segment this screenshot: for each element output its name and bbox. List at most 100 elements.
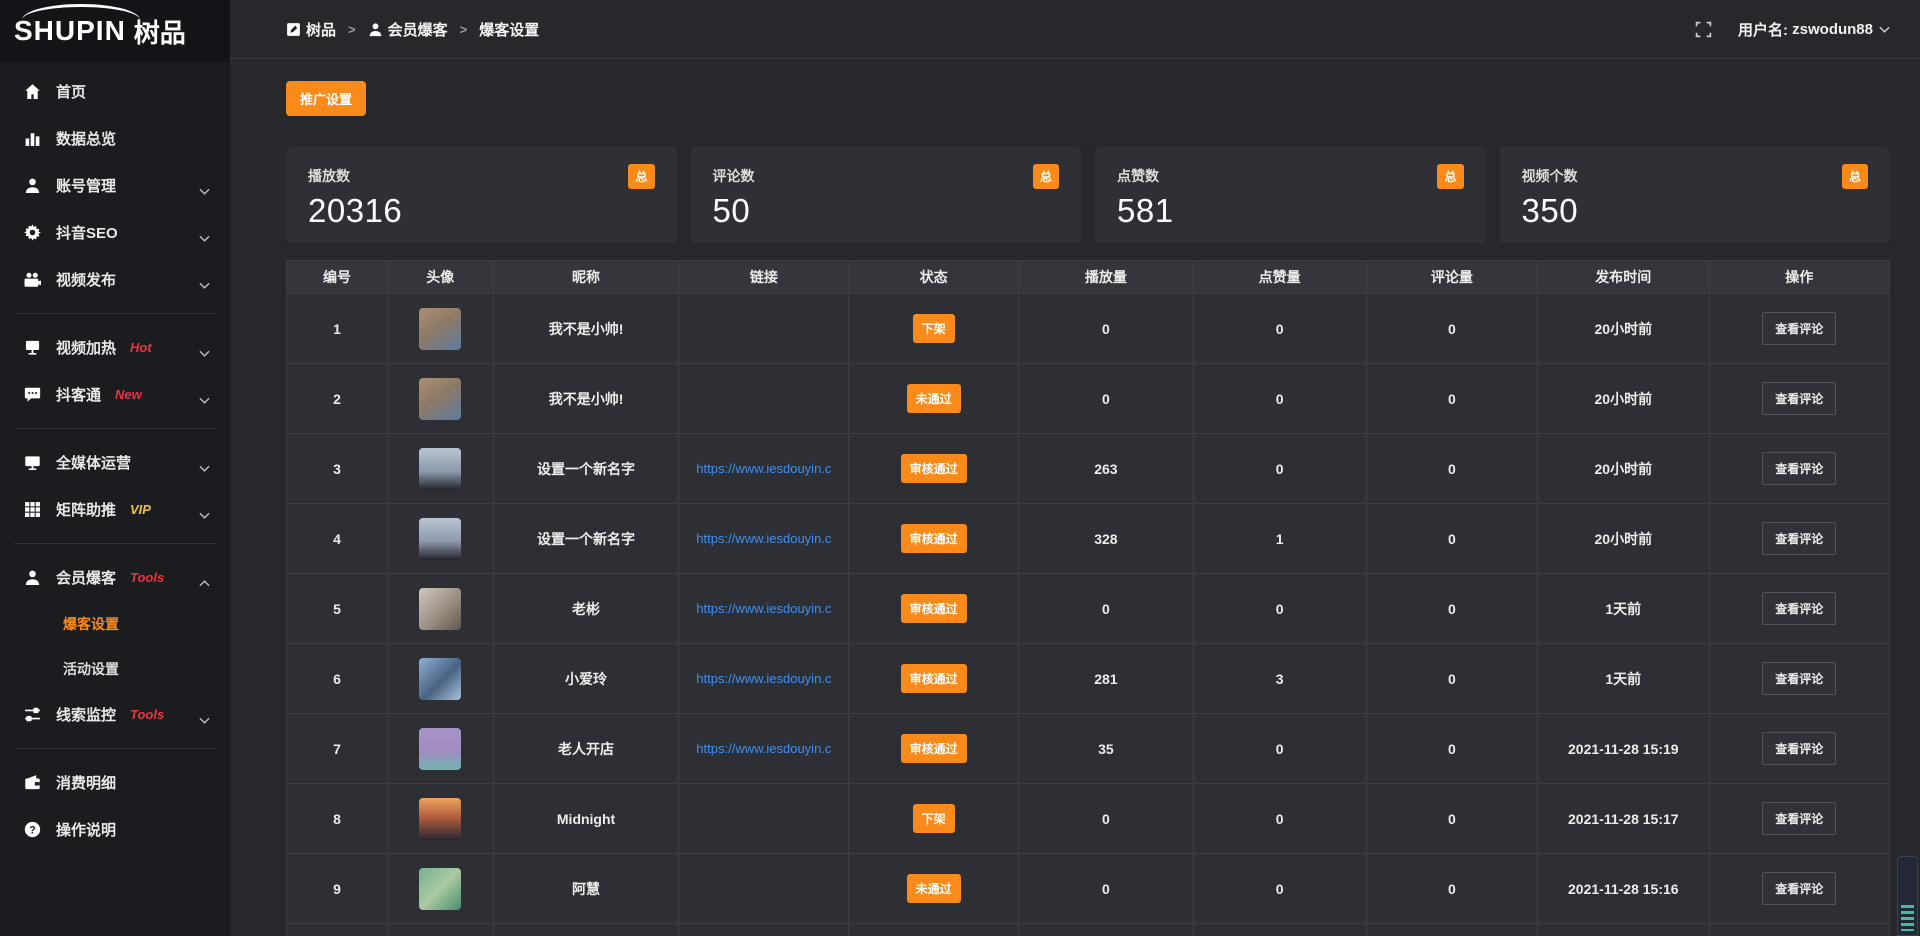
sidebar-item-label: 消费明细 (56, 772, 116, 793)
logo-text-cn: 树品 (134, 13, 186, 50)
cell-comments: 0 (1367, 294, 1538, 363)
cell-id: 8 (287, 784, 388, 853)
column-header: 编号 (287, 261, 388, 293)
video-link[interactable]: https://www.iesdouyin.c (696, 531, 831, 546)
cell-link (679, 854, 849, 923)
chevron-down-icon (199, 391, 210, 398)
cell-status: 审核通过 (849, 434, 1019, 503)
breadcrumb-item-shupin[interactable]: 树品 (286, 19, 336, 40)
cell-action: 查看评论 (1710, 364, 1889, 433)
sidebar-item-member-baoke[interactable]: 会员爆客 Tools (0, 554, 230, 601)
cell-link: https://www.iesdouyin.c (679, 714, 849, 783)
cell-avatar (388, 924, 494, 936)
sidebar-item-consumption-detail[interactable]: 消费明细 (0, 759, 230, 806)
cell-comments: 0 (1367, 854, 1538, 923)
cell-action: 查看评论 (1710, 854, 1889, 923)
fullscreen-icon[interactable] (1695, 21, 1712, 38)
breadcrumb-label: 爆客设置 (479, 19, 539, 40)
column-header: 操作 (1710, 261, 1889, 293)
table-row: 6 小爱玲 https://www.iesdouyin.c 审核通过 281 3… (287, 644, 1889, 714)
cell-nickname: 阿慧 (494, 854, 680, 923)
cell-likes: 1 (1194, 504, 1367, 573)
sidebar-item-douketong[interactable]: 抖客通 New (0, 371, 230, 418)
sidebar-item-label: 数据总览 (56, 128, 116, 149)
username-label: 用户名: (1738, 19, 1788, 40)
view-comments-button[interactable]: 查看评论 (1762, 382, 1836, 415)
chevron-up-icon (199, 574, 210, 581)
avatar (419, 448, 461, 490)
cell-publish-time: 20小时前 (1538, 364, 1709, 433)
view-comments-button[interactable]: 查看评论 (1762, 662, 1836, 695)
cell-plays: 0 (1019, 784, 1194, 853)
app-logo[interactable]: SHUPIN 树品 (0, 0, 230, 62)
cell-id: 5 (287, 574, 388, 643)
table-row: 9 阿慧 未通过 0 0 0 2021-11-28 15:16 查看评论 (287, 854, 1889, 924)
view-comments-button[interactable]: 查看评论 (1762, 872, 1836, 905)
avatar (419, 658, 461, 700)
sidebar-item-video-publish[interactable]: 视频发布 (0, 256, 230, 303)
sidebar-item-tag: New (115, 387, 142, 402)
avatar (419, 728, 461, 770)
sidebar-item-matrix-boost[interactable]: 矩阵助推 VIP (0, 486, 230, 533)
stat-card: 评论数 50 总 (691, 147, 1082, 243)
view-comments-button[interactable]: 查看评论 (1762, 452, 1836, 485)
cell-action: 查看评论 (1710, 644, 1889, 713)
view-comments-button[interactable]: 查看评论 (1762, 592, 1836, 625)
video-link[interactable]: https://www.iesdouyin.c (696, 601, 831, 616)
video-link[interactable]: https://www.iesdouyin.c (696, 741, 831, 756)
sidebar-subitem-baoke-settings[interactable]: 爆客设置 (0, 601, 230, 646)
promotion-settings-button[interactable]: 推广设置 (286, 81, 366, 116)
sidebar-item-all-media-operation[interactable]: 全媒体运营 (0, 439, 230, 486)
sliders-icon (24, 706, 41, 723)
cell-plays: 263 (1019, 434, 1194, 503)
view-comments-button[interactable]: 查看评论 (1762, 802, 1836, 835)
cell-plays: 0 (1019, 574, 1194, 643)
total-badge: 总 (1842, 164, 1868, 189)
sidebar-item-operation-guide[interactable]: ? 操作说明 (0, 806, 230, 853)
user-icon (368, 22, 383, 37)
cell-plays: 35 (1019, 714, 1194, 783)
breadcrumb-item-baoke-settings[interactable]: 爆客设置 (479, 19, 539, 40)
view-comments-button[interactable]: 查看评论 (1762, 522, 1836, 555)
view-comments-button[interactable]: 查看评论 (1762, 312, 1836, 345)
breadcrumb-item-member-baoke[interactable]: 会员爆客 (368, 19, 448, 40)
sidebar-item-clue-monitor[interactable]: 线索监控 Tools (0, 691, 230, 738)
table-row (287, 924, 1889, 936)
sidebar-item-video-heat[interactable]: 视频加热 Hot (0, 324, 230, 371)
cell-comments: 0 (1367, 364, 1538, 433)
cell-nickname: 老人开店 (494, 714, 680, 783)
table-row: 8 Midnight 下架 0 0 0 2021-11-28 15:17 查看评… (287, 784, 1889, 854)
cell-publish-time: 1天前 (1538, 644, 1709, 713)
breadcrumb-separator: > (348, 22, 356, 37)
cell-likes: 3 (1194, 644, 1367, 713)
video-link[interactable]: https://www.iesdouyin.c (696, 671, 831, 686)
stat-value: 20316 (308, 192, 655, 230)
stat-value: 50 (713, 192, 1060, 230)
cell-likes: 0 (1194, 574, 1367, 643)
sidebar-subitem-activity-settings[interactable]: 活动设置 (0, 646, 230, 691)
cell-avatar (388, 364, 494, 433)
table-row: 5 老彬 https://www.iesdouyin.c 审核通过 0 0 0 … (287, 574, 1889, 644)
chevron-down-icon (199, 711, 210, 718)
sidebar-item-douyin-seo[interactable]: 抖音SEO (0, 209, 230, 256)
cell-publish-time: 20小时前 (1538, 294, 1709, 363)
video-table: 编号头像昵称链接状态播放量点赞量评论量发布时间操作 1 我不是小帅! 下架 0 … (286, 260, 1890, 936)
sidebar-item-data-overview[interactable]: 数据总览 (0, 115, 230, 162)
stat-cards: 播放数 20316 总 评论数 50 总 点赞数 581 总 视频个数 350 … (286, 147, 1890, 243)
video-link[interactable]: https://www.iesdouyin.c (696, 461, 831, 476)
cell-action: 查看评论 (1710, 574, 1889, 643)
cell-id: 2 (287, 364, 388, 433)
view-comments-button[interactable]: 查看评论 (1762, 732, 1836, 765)
cell-avatar (388, 504, 494, 573)
user-area: 用户名: zswodun88 (1695, 19, 1890, 40)
stat-label: 点赞数 (1117, 166, 1464, 186)
cell-action (1710, 924, 1889, 936)
cell-link (679, 924, 849, 936)
sidebar-item-account-management[interactable]: 账号管理 (0, 162, 230, 209)
cell-link: https://www.iesdouyin.c (679, 504, 849, 573)
sidebar-item-home[interactable]: 首页 (0, 68, 230, 115)
cell-action: 查看评论 (1710, 784, 1889, 853)
floating-widget[interactable] (1897, 856, 1918, 936)
user-menu[interactable]: 用户名: zswodun88 (1738, 19, 1890, 40)
content: 推广设置 播放数 20316 总 评论数 50 总 点赞数 581 总 视频个数… (230, 59, 1920, 936)
